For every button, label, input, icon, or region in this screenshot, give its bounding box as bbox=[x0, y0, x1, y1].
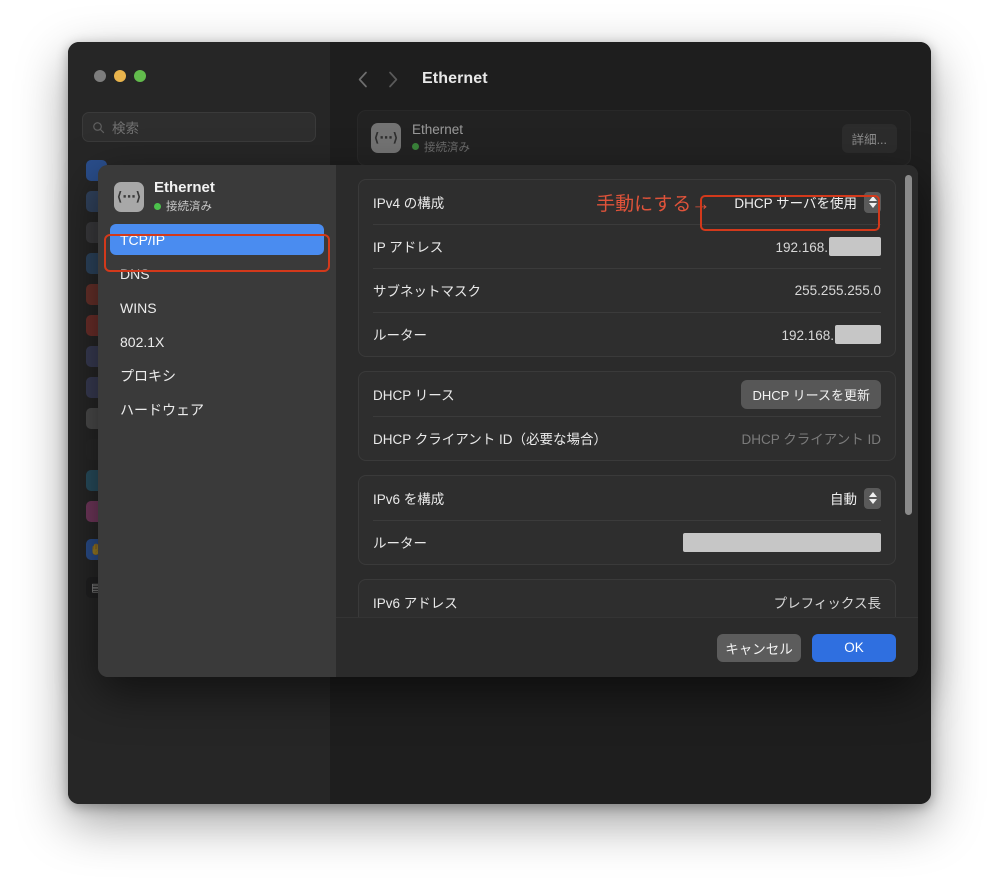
minimize-button[interactable] bbox=[114, 70, 126, 82]
screen: 検索 bbox=[0, 0, 1000, 891]
sheet-header-info: Ethernet 接続済み bbox=[154, 179, 215, 214]
sidebar-item-label: プロキシ bbox=[120, 366, 176, 386]
sidebar-item-dns[interactable]: DNS bbox=[110, 258, 324, 289]
search-field[interactable]: 検索 bbox=[82, 112, 316, 142]
ipv4-config-value: DHCP サーバを使用 bbox=[734, 192, 857, 212]
details-button[interactable]: 詳細... bbox=[842, 124, 897, 153]
subnet-mask-row: サブネットマスク 255.255.255.0 bbox=[359, 268, 895, 312]
ipv6-router-row: ルーター bbox=[359, 520, 895, 564]
dhcp-lease-label: DHCP リース bbox=[373, 384, 455, 404]
redaction-bar bbox=[683, 533, 881, 552]
sheet-header: ⟨⋯⟩ Ethernet 接続済み bbox=[110, 179, 324, 224]
chevron-updown-icon bbox=[864, 192, 881, 213]
sidebar-item-hardware[interactable]: ハードウェア bbox=[110, 394, 324, 425]
sidebar-item-8021x[interactable]: 802.1X bbox=[110, 326, 324, 357]
ipv6-config-value: 自動 bbox=[830, 488, 857, 508]
status-dot-icon bbox=[154, 203, 161, 210]
chevron-right-icon bbox=[388, 71, 398, 88]
close-button[interactable] bbox=[94, 70, 106, 82]
ipv6-address-label: IPv6 アドレス bbox=[373, 592, 458, 612]
ipv6-group: IPv6 を構成 自動 ルーター bbox=[358, 475, 896, 565]
back-button[interactable] bbox=[350, 66, 376, 92]
dhcp-client-id-input[interactable]: DHCP クライアント ID bbox=[742, 428, 881, 448]
sheet-content: IPv4 の構成 手動にする→ DHCP サーバを使用 IP アドレス bbox=[336, 165, 918, 677]
ip-address-row: IP アドレス 192.168. bbox=[359, 224, 895, 268]
redaction-bar bbox=[829, 237, 881, 256]
sheet-status-label: 接続済み bbox=[166, 198, 212, 214]
search-icon bbox=[92, 121, 105, 134]
page-title: Ethernet bbox=[422, 70, 488, 88]
forward-button[interactable] bbox=[380, 66, 406, 92]
sheet-service-name: Ethernet bbox=[154, 179, 215, 196]
sidebar-item-wins[interactable]: WINS bbox=[110, 292, 324, 323]
ok-button[interactable]: OK bbox=[812, 634, 896, 662]
ipv4-config-row: IPv4 の構成 手動にする→ DHCP サーバを使用 bbox=[359, 180, 895, 224]
ipv4-router-text: 192.168. bbox=[781, 328, 834, 343]
subnet-mask-label: サブネットマスク bbox=[373, 280, 481, 300]
cancel-button[interactable]: キャンセル bbox=[717, 634, 801, 662]
sheet-scroll-area: IPv4 の構成 手動にする→ DHCP サーバを使用 IP アドレス bbox=[336, 165, 918, 617]
dhcp-group: DHCP リース DHCP リースを更新 DHCP クライアント ID（必要な場… bbox=[358, 371, 896, 461]
ethernet-service-info: Ethernet 接続済み bbox=[412, 122, 470, 155]
ipv4-router-row: ルーター 192.168. bbox=[359, 312, 895, 356]
ipv6-config-popup[interactable]: 自動 bbox=[826, 486, 881, 511]
ipv6-router-label: ルーター bbox=[373, 532, 427, 552]
ethernet-icon: ⟨⋯⟩ bbox=[371, 123, 401, 153]
sidebar-item-tcpip[interactable]: TCP/IP bbox=[110, 224, 324, 255]
zoom-button[interactable] bbox=[134, 70, 146, 82]
ipv4-config-label: IPv4 の構成 bbox=[373, 192, 444, 212]
ipv4-group: IPv4 の構成 手動にする→ DHCP サーバを使用 IP アドレス bbox=[358, 179, 896, 357]
sheet-sidebar: ⟨⋯⟩ Ethernet 接続済み TCP/IP DNS WINS 80 bbox=[98, 165, 336, 677]
ipv6-address-row: IPv6 アドレス プレフィックス長 bbox=[359, 580, 895, 617]
dhcp-client-id-label: DHCP クライアント ID（必要な場合） bbox=[373, 428, 607, 448]
ipv4-config-popup[interactable]: DHCP サーバを使用 bbox=[730, 190, 881, 215]
ethernet-service-card[interactable]: ⟨⋯⟩ Ethernet 接続済み 詳細... bbox=[357, 110, 911, 166]
service-status: 接続済み bbox=[412, 139, 470, 155]
sidebar-item-proxy[interactable]: プロキシ bbox=[110, 360, 324, 391]
vertical-scrollbar[interactable] bbox=[905, 175, 912, 515]
navigation-bar: Ethernet bbox=[350, 62, 931, 96]
status-dot-icon bbox=[412, 143, 419, 150]
ipv6-address-group: IPv6 アドレス プレフィックス長 bbox=[358, 579, 896, 617]
sidebar-item-label: ハードウェア bbox=[120, 400, 204, 420]
dhcp-client-id-row: DHCP クライアント ID（必要な場合） DHCP クライアント ID bbox=[359, 416, 895, 460]
ethernet-icon: ⟨⋯⟩ bbox=[114, 182, 144, 212]
redaction-bar bbox=[835, 325, 881, 344]
manual-annotation: 手動にする→ bbox=[596, 189, 710, 216]
ipv4-router-value: 192.168. bbox=[781, 325, 881, 344]
ip-address-label: IP アドレス bbox=[373, 236, 443, 256]
renew-dhcp-lease-button[interactable]: DHCP リースを更新 bbox=[741, 380, 881, 409]
ip-address-text: 192.168. bbox=[775, 240, 828, 255]
sidebar-item-label: WINS bbox=[120, 300, 157, 316]
search-placeholder: 検索 bbox=[112, 117, 139, 137]
ipv6-config-row: IPv6 を構成 自動 bbox=[359, 476, 895, 520]
service-status-label: 接続済み bbox=[424, 139, 470, 155]
ip-address-value: 192.168. bbox=[775, 237, 881, 256]
ipv6-prefix-length-label: プレフィックス長 bbox=[774, 592, 881, 612]
service-name: Ethernet bbox=[412, 122, 470, 137]
ipv4-router-label: ルーター bbox=[373, 324, 427, 344]
subnet-mask-value: 255.255.255.0 bbox=[795, 283, 881, 298]
sidebar-item-label: 802.1X bbox=[120, 334, 164, 350]
chevron-updown-icon bbox=[864, 488, 881, 509]
sheet-service-status: 接続済み bbox=[154, 198, 215, 214]
sidebar-item-label: DNS bbox=[120, 266, 150, 282]
window-controls bbox=[94, 70, 146, 82]
chevron-left-icon bbox=[358, 71, 368, 88]
ipv6-config-label: IPv6 を構成 bbox=[373, 488, 444, 508]
dhcp-lease-row: DHCP リース DHCP リースを更新 bbox=[359, 372, 895, 416]
ethernet-details-sheet: ⟨⋯⟩ Ethernet 接続済み TCP/IP DNS WINS 80 bbox=[98, 165, 918, 677]
sidebar-item-label: TCP/IP bbox=[120, 232, 165, 248]
sheet-footer: キャンセル OK bbox=[336, 617, 918, 677]
